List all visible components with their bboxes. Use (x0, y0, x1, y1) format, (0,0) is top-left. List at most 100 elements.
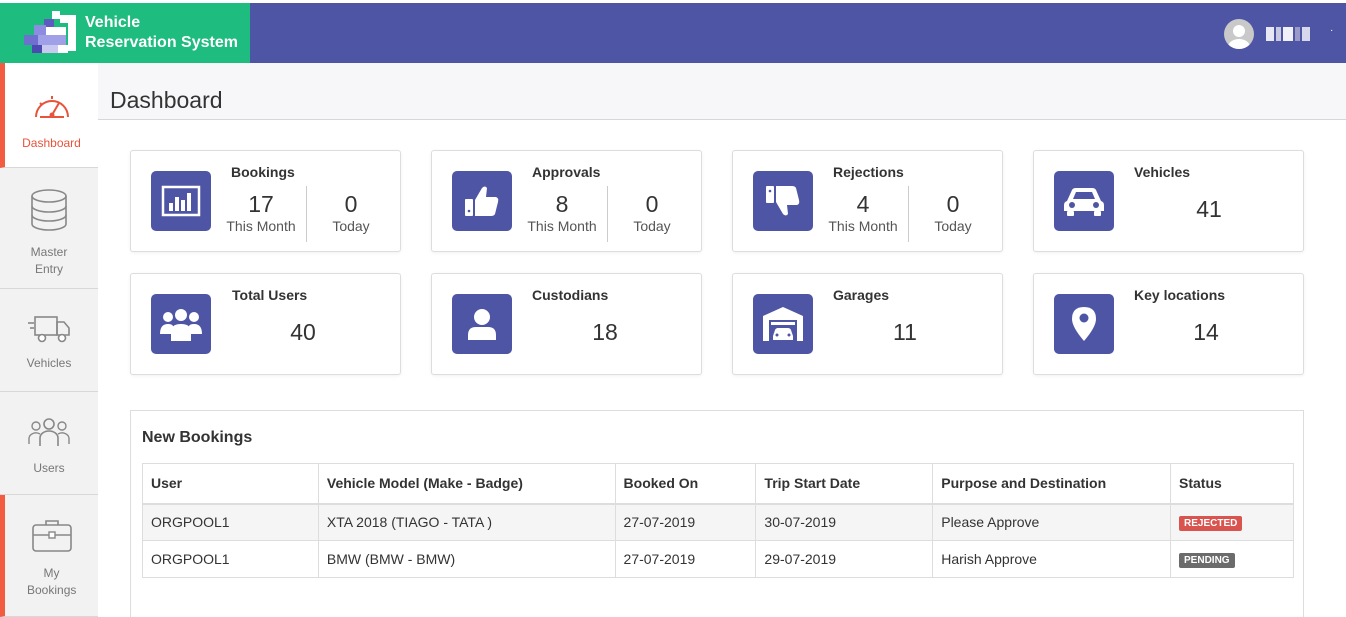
divider (607, 186, 608, 242)
new-bookings-panel: New Bookings User Vehicle Model (Make - … (130, 410, 1304, 617)
garage-icon (753, 294, 813, 354)
custodians-card[interactable]: Custodians 18 (431, 273, 702, 375)
vehicles-card[interactable]: Vehicles 41 (1033, 150, 1304, 252)
sidebar-item-dashboard[interactable]: Dashboard (0, 63, 98, 168)
column-header[interactable]: Trip Start Date (755, 463, 934, 505)
cell-status: PENDING (1170, 540, 1294, 578)
user-name-redacted[interactable] (1266, 27, 1310, 41)
cell-user: ORGPOOL1 (142, 540, 319, 578)
logo-icon (24, 11, 76, 53)
stat-label: This Month (226, 218, 296, 234)
table-row[interactable]: ORGPOOL1 BMW (BMW - BMW) 27-07-2019 29-0… (142, 540, 1294, 578)
cell-user: ORGPOOL1 (142, 503, 319, 541)
column-header[interactable]: Booked On (614, 463, 757, 505)
card-title: Key locations (1134, 287, 1226, 303)
bar-chart-icon (151, 171, 211, 231)
panel-title: New Bookings (142, 429, 253, 446)
user-icon (452, 294, 512, 354)
status-badge: REJECTED (1179, 516, 1243, 532)
column-header[interactable]: User (142, 463, 319, 505)
cell-booked-on: 27-07-2019 (614, 503, 757, 541)
stat-value: 0 (344, 191, 358, 217)
truck-icon (28, 316, 70, 343)
avatar[interactable] (1224, 19, 1254, 49)
cell-trip-start-date: 30-07-2019 (755, 503, 934, 541)
sidebar-item-master-entry[interactable]: Master Entry (0, 168, 98, 289)
brand-title: Vehicle Reservation System (85, 13, 238, 53)
cell-booked-on: 27-07-2019 (614, 540, 757, 578)
status-badge: PENDING (1179, 553, 1235, 568)
user-menu[interactable]: · (1206, 3, 1346, 63)
stat-value: 8 (555, 191, 569, 217)
sidebar: Dashboard Master Entry Vehicles Users My… (0, 63, 98, 617)
card-title: Approvals (532, 164, 601, 180)
sidebar-item-label: Dashboard (22, 136, 81, 150)
total-users-card[interactable]: Total Users 40 (130, 273, 401, 375)
stat-value: 14 (1193, 319, 1219, 345)
brand-title-line1: Vehicle (85, 14, 141, 31)
stat-label: Today (633, 218, 671, 234)
sidebar-item-label: Users (33, 461, 65, 475)
stat-value: 17 (248, 191, 274, 217)
sidebar-item-users[interactable]: Users (0, 392, 98, 495)
page-header: Dashboard (98, 63, 1346, 120)
sidebar-item-my-bookings[interactable]: My Bookings (0, 495, 98, 617)
column-header[interactable]: Status (1170, 463, 1294, 505)
stat-today: 0 Today (913, 191, 993, 235)
group-icon (151, 294, 211, 354)
database-icon (31, 189, 67, 231)
stat-value: 0 (645, 191, 659, 217)
sidebar-item-vehicles[interactable]: Vehicles (0, 289, 98, 392)
stat-label: Today (332, 218, 370, 234)
garages-card[interactable]: Garages 11 (732, 273, 1003, 375)
car-icon (1054, 171, 1114, 231)
stat-value: 40 (290, 319, 316, 345)
card-title: Bookings (231, 164, 295, 180)
briefcase-icon (31, 520, 72, 552)
rejections-card[interactable]: Rejections 4 This Month 0 Today (732, 150, 1003, 252)
cell-status: REJECTED (1170, 503, 1294, 541)
speedometer-icon (34, 96, 69, 118)
caret-down-icon[interactable]: · (1330, 25, 1333, 36)
cell-purpose: Harish Approve (932, 540, 1172, 578)
stat-today: 0 Today (612, 191, 692, 235)
map-pin-icon (1054, 294, 1114, 354)
stat-this-month: 8 This Month (522, 191, 602, 235)
bookings-card[interactable]: Bookings 17 This Month 0 Today (130, 150, 401, 252)
bookings-table: User Vehicle Model (Make - Badge) Booked… (142, 463, 1294, 578)
column-header[interactable]: Purpose and Destination (932, 463, 1172, 505)
stat-value: 18 (592, 319, 618, 345)
users-icon (28, 418, 70, 446)
divider (306, 186, 307, 242)
thumbs-down-icon (753, 171, 813, 231)
stat-this-month: 4 This Month (823, 191, 903, 235)
stat-label: This Month (828, 218, 898, 234)
brand-title-line2: Reservation System (85, 34, 238, 51)
cell-purpose: Please Approve (932, 503, 1172, 541)
sidebar-item-label: Vehicles (26, 356, 72, 370)
cell-vehicle-model: XTA 2018 (TIAGO - TATA ) (317, 503, 616, 541)
sidebar-item-label: My Bookings (27, 566, 77, 597)
cell-vehicle-model: BMW (BMW - BMW) (317, 540, 616, 578)
table-header-row: User Vehicle Model (Make - Badge) Booked… (142, 463, 1294, 505)
stat-value: 11 (893, 319, 917, 345)
divider (908, 186, 909, 242)
thumbs-up-icon (452, 171, 512, 231)
approvals-card[interactable]: Approvals 8 This Month 0 Today (431, 150, 702, 252)
table-row[interactable]: ORGPOOL1 XTA 2018 (TIAGO - TATA ) 27-07-… (142, 503, 1294, 541)
column-header[interactable]: Vehicle Model (Make - Badge) (317, 463, 616, 505)
stat-value: 4 (856, 191, 870, 217)
card-title: Rejections (833, 164, 904, 180)
card-title: Total Users (232, 287, 308, 303)
stat-value: 0 (946, 191, 960, 217)
page-title: Dashboard (110, 87, 223, 113)
brand[interactable]: Vehicle Reservation System (0, 3, 250, 63)
cell-trip-start-date: 29-07-2019 (755, 540, 934, 578)
card-title: Vehicles (1134, 164, 1191, 180)
card-title: Garages (833, 287, 890, 303)
top-navbar: Vehicle Reservation System · (0, 3, 1346, 63)
sidebar-item-label: Master Entry (30, 245, 68, 276)
stat-label: This Month (527, 218, 597, 234)
key-locations-card[interactable]: Key locations 14 (1033, 273, 1304, 375)
stat-today: 0 Today (311, 191, 391, 235)
